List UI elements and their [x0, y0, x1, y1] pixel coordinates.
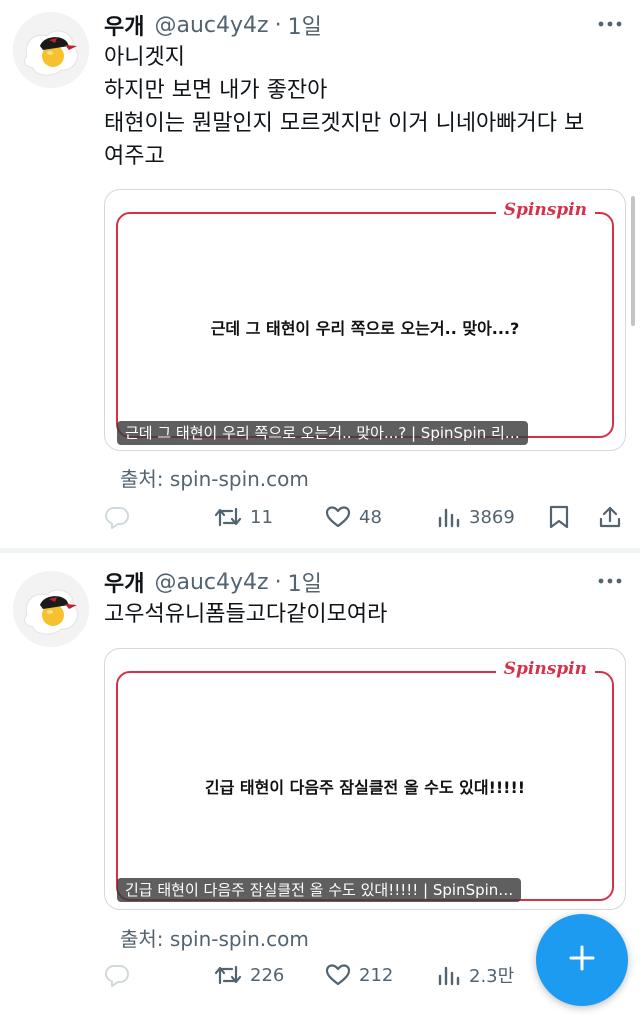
action-bar: 11 48 3869 [0, 500, 640, 534]
link-card[interactable]: Spinspin 근데 그 태현이 우리 쪽으로 오는거.. 맞아...? 근데… [104, 189, 626, 451]
card-headline: 긴급 태현이 다음주 잠실클전 올 수도 있대!!!!! [204, 778, 526, 797]
like-count: 48 [359, 506, 382, 528]
card-source[interactable]: 출처: spin-spin.com [120, 923, 309, 952]
display-name[interactable]: 우개 [104, 9, 144, 41]
more-icon[interactable] [594, 569, 626, 593]
card-brand-logo: Spinspin [495, 200, 595, 220]
tweet[interactable]: 우개 @auc4y4z · 1일 아니겟지 하지만 보면 내가 좋잔아 태현이는… [0, 0, 640, 548]
share-button[interactable] [598, 500, 622, 534]
reply-icon [104, 963, 130, 987]
retweet-count: 11 [250, 506, 273, 528]
share-icon [598, 505, 622, 529]
card-brand-logo: Spinspin [495, 659, 595, 679]
avatar[interactable] [13, 12, 89, 88]
tweet-text-line: 아니겟지 [104, 45, 185, 70]
card-caption[interactable]: 근데 그 태현이 우리 쪽으로 오는거.. 맞아...? | SpinSpin … [117, 421, 528, 445]
link-card[interactable]: Spinspin 긴급 태현이 다음주 잠실클전 올 수도 있대!!!!! 긴급… [104, 648, 626, 910]
views-count: 2.3만 [469, 966, 515, 987]
reply-button[interactable] [104, 500, 138, 534]
like-icon [325, 505, 351, 529]
like-icon [325, 963, 351, 987]
views-icon [437, 963, 461, 987]
tweet-text: 고우석유니폼들고다같이모여라 [104, 598, 624, 631]
views-button[interactable]: 3869 [437, 500, 515, 534]
compose-button[interactable] [536, 914, 628, 1006]
views-count: 3869 [469, 506, 515, 528]
display-name[interactable]: 우개 [104, 566, 144, 598]
user-handle[interactable]: @auc4y4z [154, 570, 268, 595]
retweet-button[interactable]: 226 [214, 958, 284, 992]
scrollbar[interactable] [631, 196, 635, 326]
user-handle[interactable]: @auc4y4z [154, 13, 268, 38]
retweet-button[interactable]: 11 [214, 500, 273, 534]
tweet-text-line: 하지만 보면 내가 좋잔아 [104, 78, 328, 103]
avatar[interactable] [13, 571, 89, 647]
card-source[interactable]: 출처: spin-spin.com [120, 463, 309, 492]
timestamp[interactable]: 1일 [288, 566, 322, 598]
views-icon [437, 505, 461, 529]
meta-separator: · [274, 569, 282, 595]
card-caption[interactable]: 긴급 태현이 다음주 잠실클전 올 수도 있대!!!!! | SpinSpin… [117, 878, 522, 902]
bookmark-icon [548, 505, 570, 529]
tweet-text: 아니겟지 하지만 보면 내가 좋잔아 태현이는 뭔말인지 모르겟지만 이거 니네… [104, 41, 624, 173]
retweet-icon [214, 505, 242, 529]
meta-separator: · [274, 12, 282, 38]
views-button[interactable]: 2.3만 [437, 958, 514, 992]
compose-plus-icon [568, 944, 596, 976]
tweet-text-line: 고우석유니폼들고다같이모여라 [104, 602, 388, 627]
tweet-text-line: 여주고 [104, 144, 165, 169]
timestamp[interactable]: 1일 [288, 9, 322, 41]
bookmark-button[interactable] [548, 500, 570, 534]
reply-icon [104, 505, 130, 529]
like-button[interactable]: 212 [325, 958, 393, 992]
reply-button[interactable] [104, 958, 138, 992]
like-count: 212 [359, 964, 394, 986]
retweet-icon [214, 963, 242, 987]
more-icon[interactable] [594, 12, 626, 36]
retweet-count: 226 [250, 964, 285, 986]
like-button[interactable]: 48 [325, 500, 382, 534]
card-headline: 근데 그 태현이 우리 쪽으로 오는거.. 맞아...? [210, 319, 520, 338]
tweet-text-line: 태현이는 뭔말인지 모르겟지만 이거 니네아빠거다 보 [104, 111, 585, 136]
